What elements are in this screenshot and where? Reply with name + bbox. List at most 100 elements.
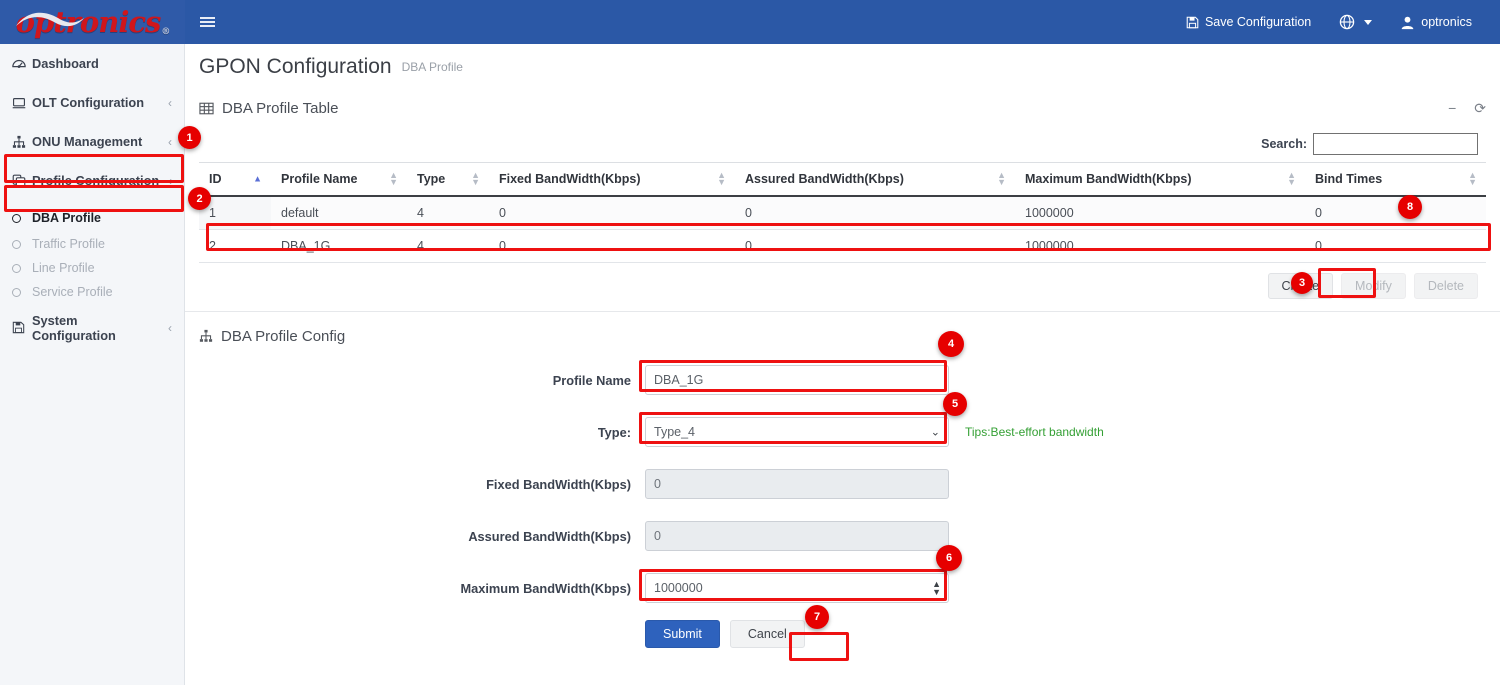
table-icon — [199, 101, 214, 116]
dba-profile-table-card: DBA Profile Table − ⟳ Search: ID ▲ Profi… — [185, 90, 1500, 312]
column-header-id[interactable]: ID ▲ — [199, 163, 271, 197]
cell-maximum-bandwidth: 1000000 — [1015, 196, 1305, 230]
sidebar-item-olt-configuration[interactable]: OLT Configuration ‹ — [0, 83, 184, 122]
sort-icon: ▲▼ — [1468, 172, 1477, 186]
user-menu[interactable]: optronics — [1386, 0, 1486, 44]
cell-type: 4 — [407, 230, 489, 263]
column-header-bind-times[interactable]: Bind Times ▲▼ — [1305, 163, 1486, 197]
type-select-value: Type_4 — [654, 425, 695, 439]
sidebar-item-label: ONU Management — [32, 134, 164, 149]
table-row[interactable]: 2 DBA_1G 4 0 0 1000000 0 — [199, 230, 1486, 263]
cell-assured-bandwidth: 0 — [735, 230, 1015, 263]
column-header-maximum-bandwidth[interactable]: Maximum BandWidth(Kbps) ▲▼ — [1015, 163, 1305, 197]
sidebar-subitem-label: Service Profile — [32, 285, 113, 299]
sidebar-subitem-label: Line Profile — [32, 261, 95, 275]
table-head: ID ▲ Profile Name ▲▼ Type ▲▼ Fixed BandW… — [199, 163, 1486, 197]
table-search-row: Search: — [199, 126, 1486, 162]
fixed-bandwidth-label: Fixed BandWidth(Kbps) — [199, 477, 645, 492]
sidebar-subitem-label: DBA Profile — [32, 211, 101, 225]
language-selector[interactable] — [1325, 0, 1386, 44]
type-label: Type: — [199, 425, 645, 440]
column-header-assured-bandwidth[interactable]: Assured BandWidth(Kbps) ▲▼ — [735, 163, 1015, 197]
circle-icon — [12, 288, 32, 297]
cell-type: 4 — [407, 196, 489, 230]
monitor-icon — [12, 96, 32, 110]
cell-bind-times: 0 — [1305, 196, 1486, 230]
sidebar-item-line-profile[interactable]: Line Profile — [0, 256, 184, 280]
globe-icon — [1339, 14, 1355, 30]
config-card-header: DBA Profile Config — [199, 318, 1486, 354]
cell-profile-name: DBA_1G — [271, 230, 407, 263]
sidebar-subitem-label: Traffic Profile — [32, 237, 105, 251]
top-navbar: optronics® Save Configuration — [0, 0, 1500, 44]
column-header-fixed-bandwidth[interactable]: Fixed BandWidth(Kbps) ▲▼ — [489, 163, 735, 197]
sidebar-item-dashboard[interactable]: Dashboard — [0, 44, 184, 83]
search-input[interactable] — [1313, 133, 1478, 155]
sidebar-item-service-profile[interactable]: Service Profile — [0, 280, 184, 304]
chevron-left-icon: ‹ — [168, 96, 172, 110]
breadcrumb: DBA Profile — [402, 60, 463, 75]
dba-profile-table: ID ▲ Profile Name ▲▼ Type ▲▼ Fixed BandW… — [199, 162, 1486, 263]
page-title: GPON Configuration — [199, 55, 392, 79]
form-row-assured-bandwidth: Assured BandWidth(Kbps) 0 — [199, 510, 1486, 562]
cell-maximum-bandwidth: 1000000 — [1015, 230, 1305, 263]
save-configuration-label: Save Configuration — [1205, 15, 1311, 29]
card-tools: − ⟳ — [1448, 100, 1486, 117]
cell-id: 1 — [199, 196, 271, 230]
sort-icon: ▲▼ — [717, 172, 726, 186]
cell-fixed-bandwidth: 0 — [489, 196, 735, 230]
dashboard-icon — [12, 57, 32, 71]
stepper-icon[interactable]: ▲▼ — [932, 580, 941, 596]
chevron-left-icon: ‹ — [168, 174, 172, 188]
search-label: Search: — [1261, 137, 1307, 151]
save-configuration-button[interactable]: Save Configuration — [1172, 0, 1325, 44]
profile-name-input[interactable]: DBA_1G — [645, 365, 949, 395]
circle-icon — [12, 240, 32, 249]
form-row-type: Type: Type_4 ⌄ Tips:Best-effort bandwidt… — [199, 406, 1486, 458]
cell-profile-name: default — [271, 196, 407, 230]
create-button[interactable]: Create — [1268, 273, 1334, 299]
table-row[interactable]: 1 default 4 0 0 1000000 0 — [199, 196, 1486, 230]
maximum-bandwidth-input[interactable]: 1000000 ▲▼ — [645, 573, 949, 603]
hamburger-icon[interactable] — [185, 0, 229, 44]
topbar-right-group: Save Configuration optronics — [1172, 0, 1500, 44]
circle-icon — [12, 214, 32, 223]
sidebar-item-label: System Configuration — [32, 313, 164, 343]
card-header: DBA Profile Table − ⟳ — [199, 90, 1486, 126]
fixed-bandwidth-input[interactable]: 0 — [645, 469, 949, 499]
refresh-icon[interactable]: ⟳ — [1474, 100, 1486, 117]
column-header-profile-name[interactable]: Profile Name ▲▼ — [271, 163, 407, 197]
assured-bandwidth-input[interactable]: 0 — [645, 521, 949, 551]
sitemap-icon — [12, 135, 32, 149]
cell-assured-bandwidth: 0 — [735, 196, 1015, 230]
cancel-button[interactable]: Cancel — [730, 620, 805, 648]
assured-bandwidth-label: Assured BandWidth(Kbps) — [199, 529, 645, 544]
submit-button[interactable]: Submit — [645, 620, 720, 648]
form-row-profile-name: Profile Name DBA_1G — [199, 354, 1486, 406]
cell-bind-times: 0 — [1305, 230, 1486, 263]
page-header: GPON Configuration DBA Profile — [185, 44, 1500, 90]
sidebar-item-dba-profile[interactable]: DBA Profile — [0, 204, 184, 232]
minus-icon[interactable]: − — [1448, 100, 1456, 116]
maximum-bandwidth-value: 1000000 — [654, 581, 703, 595]
sidebar-item-system-configuration[interactable]: System Configuration ‹ — [0, 308, 184, 347]
sidebar-item-traffic-profile[interactable]: Traffic Profile — [0, 232, 184, 256]
sidebar-item-label: OLT Configuration — [32, 95, 164, 110]
sort-icon: ▲▼ — [1287, 172, 1296, 186]
floppy-icon — [12, 321, 32, 334]
form-row-maximum-bandwidth: Maximum BandWidth(Kbps) 1000000 ▲▼ — [199, 562, 1486, 614]
form-row-fixed-bandwidth: Fixed BandWidth(Kbps) 0 — [199, 458, 1486, 510]
delete-button[interactable]: Delete — [1414, 273, 1478, 299]
column-header-type[interactable]: Type ▲▼ — [407, 163, 489, 197]
table-header-row: ID ▲ Profile Name ▲▼ Type ▲▼ Fixed BandW… — [199, 163, 1486, 197]
type-select[interactable]: Type_4 ⌄ — [645, 417, 949, 447]
brand-logo[interactable]: optronics® — [0, 0, 185, 44]
sidebar: Dashboard OLT Configuration ‹ ONU Manage… — [0, 44, 185, 685]
sidebar-item-onu-management[interactable]: ONU Management ‹ — [0, 122, 184, 161]
sidebar-item-profile-configuration[interactable]: Profile Configuration ‹ — [0, 161, 184, 200]
modify-button[interactable]: Modify — [1341, 273, 1406, 299]
circle-icon — [12, 264, 32, 273]
profile-name-label: Profile Name — [199, 373, 645, 388]
username-label: optronics — [1421, 15, 1472, 29]
registered-mark: ® — [161, 27, 169, 37]
